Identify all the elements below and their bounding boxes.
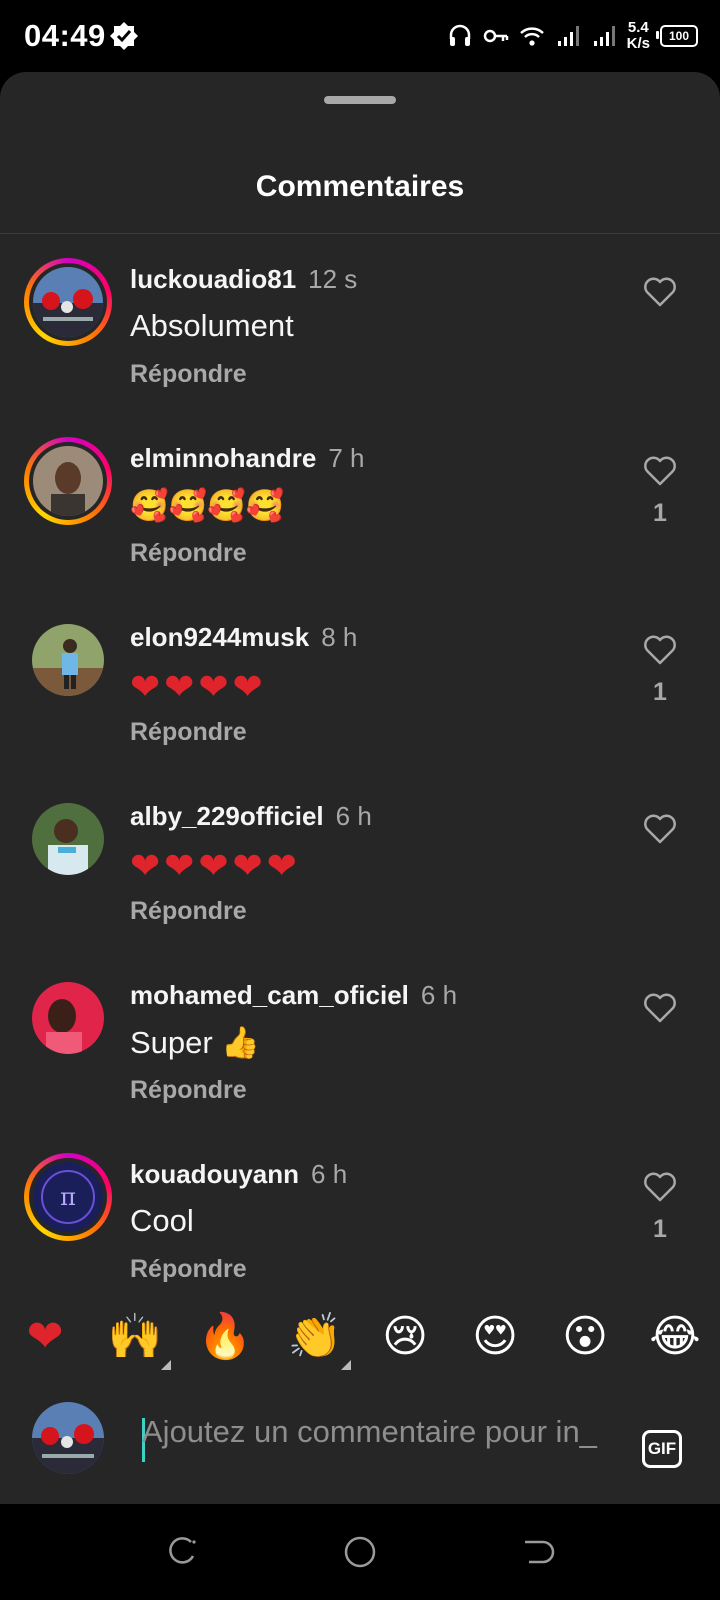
svg-text:π: π <box>60 1183 76 1211</box>
heart-icon[interactable] <box>642 1169 678 1205</box>
avatar-image <box>32 624 104 696</box>
reply-button[interactable]: Répondre <box>130 1076 247 1105</box>
comment-input[interactable]: Ajoutez un commentaire pour in_ <box>142 1414 610 1464</box>
comment-time: 7 h <box>328 443 365 473</box>
comment-text: Cool <box>130 1203 194 1238</box>
gif-button[interactable]: GIF <box>642 1430 682 1468</box>
comment-item: luckouadio81 12 s Absolument Répondre <box>0 234 720 417</box>
avatar[interactable]: π <box>24 1153 112 1241</box>
quick-reactions-bar: ❤ 🙌 🔥 👏 😢 😍 😮 😂 <box>0 1296 720 1376</box>
comment-username[interactable]: mohamed_cam_oficiel <box>130 980 409 1010</box>
heart-icon[interactable] <box>642 811 678 847</box>
reaction-heart-eyes[interactable]: 😍 <box>465 1306 525 1366</box>
comment-username[interactable]: alby_229officiel <box>130 801 324 831</box>
avatar-image: π <box>33 1162 103 1232</box>
avatar-image <box>33 267 103 337</box>
heart-icon[interactable] <box>642 274 678 310</box>
comments-list[interactable]: luckouadio81 12 s Absolument Répondre elm… <box>0 234 720 1368</box>
comment-text: 🥰🥰🥰🥰 <box>130 488 285 524</box>
comment-time: 6 h <box>335 801 372 831</box>
comment-item: π kouadouyann 6 h Cool Répondre 1 <box>0 1129 720 1312</box>
status-time: 04:49 <box>24 18 106 53</box>
comment-time: 6 h <box>311 1159 348 1189</box>
like-count: 1 <box>653 499 667 527</box>
status-bar: 04:49 5.4 K/s 100 <box>0 0 720 72</box>
network-speed-value: 5.4 <box>627 19 649 36</box>
avatar-image <box>32 1402 104 1474</box>
comment-username[interactable]: elon9244musk <box>130 622 309 652</box>
reaction-surprised[interactable]: 😮 <box>555 1306 615 1366</box>
back-icon[interactable] <box>517 1532 557 1572</box>
comment-time: 6 h <box>420 980 458 1010</box>
comment-time: 8 h <box>321 622 358 652</box>
reaction-crying[interactable]: 😢 <box>375 1306 435 1366</box>
comment-item: elon9244musk 8 h ❤❤❤❤ Répondre 1 <box>0 592 720 775</box>
reaction-fire[interactable]: 🔥 <box>195 1306 255 1366</box>
recents-icon[interactable] <box>163 1532 203 1572</box>
red-hearts-emoji: ❤❤❤❤❤ <box>130 845 301 886</box>
heart-icon[interactable] <box>642 990 678 1026</box>
comments-sheet: Commentaires luckouadio81 12 s Absolument… <box>0 72 720 1504</box>
reaction-laughing[interactable]: 😂 <box>645 1306 705 1366</box>
heart-icon[interactable] <box>642 453 678 489</box>
verified-check-icon <box>110 22 138 50</box>
comment-text: ❤❤❤❤ <box>130 666 267 708</box>
home-icon[interactable] <box>340 1532 380 1572</box>
network-speed: 5.4 K/s <box>627 20 650 52</box>
comment-item: elminnohandre 7 h 🥰🥰🥰🥰 Répondre 1 <box>0 413 720 596</box>
reply-button[interactable]: Répondre <box>130 1255 247 1284</box>
avatar-image <box>33 446 103 516</box>
vpn-key-icon <box>483 29 508 43</box>
comment-text: ❤❤❤❤❤ <box>130 845 301 887</box>
wifi-icon <box>519 27 544 46</box>
signal-icon <box>593 26 615 46</box>
reaction-heart[interactable]: ❤ <box>15 1306 75 1366</box>
comment-time: 12 s <box>308 264 358 294</box>
system-nav-bar <box>0 1504 720 1600</box>
signal-icon <box>557 26 579 46</box>
avatar[interactable] <box>24 437 112 525</box>
avatar-image <box>32 982 104 1054</box>
network-speed-unit: K/s <box>626 35 650 52</box>
avatar[interactable] <box>24 258 112 346</box>
comment-username[interactable]: elminnohandre <box>130 443 316 473</box>
avatar-image <box>32 803 104 875</box>
reaction-clap[interactable]: 👏 <box>285 1306 351 1370</box>
reply-button[interactable]: Répondre <box>130 360 247 389</box>
current-user-avatar <box>32 1402 104 1474</box>
heart-icon[interactable] <box>642 632 678 668</box>
comment-composer: Ajoutez un commentaire pour in_ GIF <box>0 1376 720 1504</box>
comment-username[interactable]: kouadouyann <box>130 1159 299 1189</box>
comment-text: Super 👍 <box>130 1025 260 1060</box>
like-count: 1 <box>653 678 667 706</box>
avatar[interactable] <box>24 795 112 883</box>
reply-button[interactable]: Répondre <box>130 539 247 568</box>
comment-item: mohamed_cam_oficiel 6 h Super 👍 Répondre <box>0 950 720 1133</box>
avatar[interactable] <box>24 616 112 704</box>
red-hearts-emoji: ❤❤❤❤ <box>130 666 267 707</box>
battery-icon: 100 <box>656 25 698 47</box>
reaction-raised-hands[interactable]: 🙌 <box>105 1306 171 1370</box>
headset-icon <box>449 24 470 46</box>
sheet-title: Commentaires <box>255 170 465 203</box>
avatar[interactable] <box>24 974 112 1062</box>
comment-item: alby_229officiel 6 h ❤❤❤❤❤ Répondre <box>0 771 720 954</box>
like-count: 1 <box>653 1215 667 1243</box>
comment-text: Absolument <box>130 308 294 343</box>
reply-button[interactable]: Répondre <box>130 897 247 926</box>
comment-username[interactable]: luckouadio81 <box>130 264 296 294</box>
sheet-drag-handle[interactable] <box>324 96 396 104</box>
reply-button[interactable]: Répondre <box>130 718 247 747</box>
